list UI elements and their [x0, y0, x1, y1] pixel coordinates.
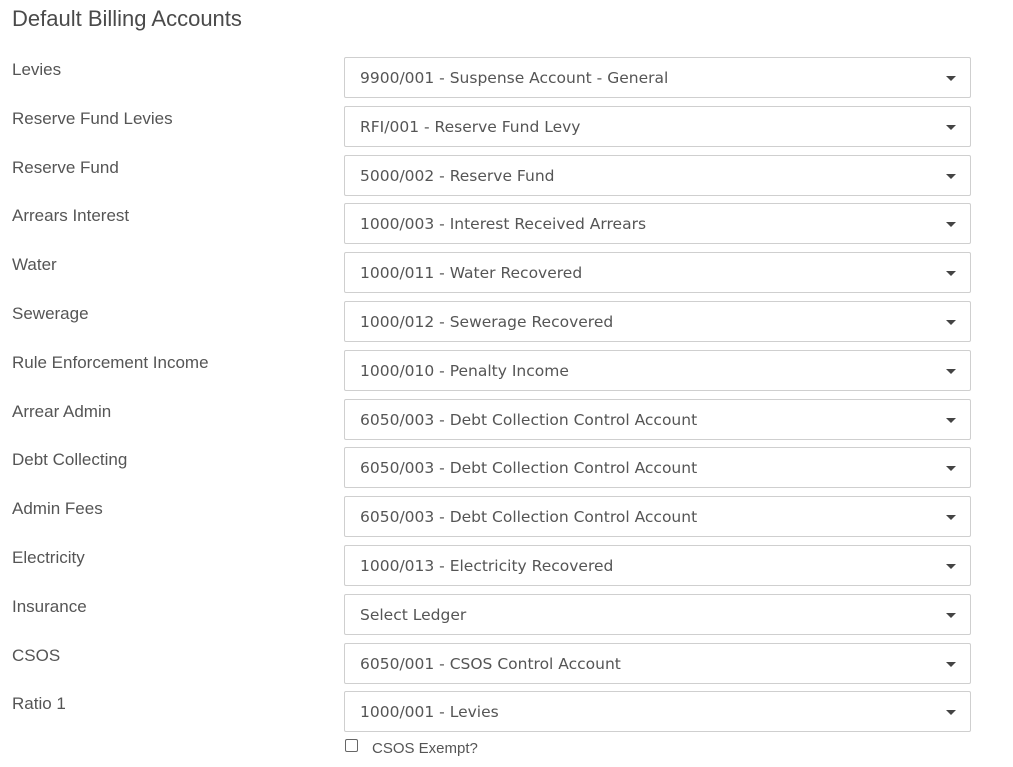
- select-value: 6050/003 - Debt Collection Control Accou…: [360, 508, 698, 527]
- chevron-down-icon: [946, 612, 956, 618]
- arrears-interest-ledger-select[interactable]: 1000/003 - Interest Received Arrears: [344, 203, 971, 245]
- csos-exempt-checkbox[interactable]: [345, 739, 358, 752]
- insurance-ledger-select[interactable]: Select Ledger: [344, 593, 971, 635]
- select-value: 9900/001 - Suspense Account - General: [360, 69, 669, 87]
- field-label: Sewerage: [12, 303, 89, 323]
- field-sewerage: Sewerage 1000/012 - Sewerage Recovered: [0, 300, 1013, 350]
- chevron-down-icon: [946, 76, 956, 81]
- csos-exempt-label[interactable]: CSOS Exempt?: [372, 740, 478, 758]
- field-label: Rule Enforcement Income: [12, 352, 209, 372]
- field-insurance: Insurance Select Ledger: [0, 593, 1013, 643]
- field-label: CSOS: [12, 645, 61, 665]
- levies-ledger-select[interactable]: 9900/001 - Suspense Account - General: [344, 57, 971, 98]
- field-levies: Levies 9900/001 - Suspense Account - Gen…: [0, 57, 1013, 106]
- select-value: Select Ledger: [360, 605, 467, 624]
- field-label: Water: [12, 255, 57, 275]
- field-label: Reserve Fund Levies: [12, 108, 173, 128]
- field-water: Water 1000/011 - Water Recovered: [0, 252, 1013, 301]
- field-arrears-interest: Arrears Interest 1000/003 - Interest Rec…: [0, 203, 1013, 252]
- select-value: 6050/003 - Debt Collection Control Accou…: [360, 410, 698, 429]
- chevron-down-icon: [946, 710, 956, 716]
- chevron-down-icon: [946, 319, 956, 325]
- select-value: 5000/002 - Reserve Fund: [360, 166, 555, 185]
- select-value: 1000/012 - Sewerage Recovered: [360, 312, 614, 331]
- field-label: Debt Collecting: [12, 450, 128, 470]
- chevron-down-icon: [946, 661, 956, 667]
- field-label: Electricity: [12, 547, 85, 567]
- billing-accounts-form: Levies 9900/001 - Suspense Account - Gen…: [0, 57, 1013, 740]
- field-arrear-admin: Arrear Admin 6050/003 - Debt Collection …: [0, 398, 1013, 448]
- chevron-down-icon: [946, 124, 956, 130]
- select-value: 1000/001 - Levies: [360, 703, 499, 722]
- field-label: Reserve Fund: [12, 157, 119, 177]
- chevron-down-icon: [946, 222, 956, 228]
- field-label: Levies: [12, 60, 62, 79]
- select-value: 1000/011 - Water Recovered: [360, 264, 583, 283]
- water-ledger-select[interactable]: 1000/011 - Water Recovered: [344, 252, 971, 294]
- select-value: 6050/001 - CSOS Control Account: [360, 654, 621, 673]
- field-csos: CSOS 6050/001 - CSOS Control Account: [0, 642, 1013, 692]
- field-reserve-fund-levies: Reserve Fund Levies RFI/001 - Reserve Fu…: [0, 105, 1013, 155]
- arrear-admin-ledger-select[interactable]: 6050/003 - Debt Collection Control Accou…: [344, 398, 971, 440]
- field-reserve-fund: Reserve Fund 5000/002 - Reserve Fund: [0, 154, 1013, 204]
- chevron-down-icon: [946, 173, 956, 179]
- chevron-down-icon: [946, 466, 956, 472]
- field-admin-fees: Admin Fees 6050/003 - Debt Collection Co…: [0, 496, 1013, 545]
- field-debt-collecting: Debt Collecting 6050/003 - Debt Collecti…: [0, 447, 1013, 496]
- chevron-down-icon: [946, 563, 956, 569]
- ratio-1-ledger-select[interactable]: 1000/001 - Levies: [344, 691, 971, 733]
- rule-enforcement-income-ledger-select[interactable]: 1000/010 - Penalty Income: [344, 349, 971, 391]
- field-label: Insurance: [12, 596, 87, 616]
- select-value: 1000/010 - Penalty Income: [360, 361, 569, 380]
- chevron-down-icon: [946, 515, 956, 521]
- select-value: 1000/003 - Interest Received Arrears: [360, 215, 647, 234]
- field-label: Arrears Interest: [12, 206, 130, 226]
- select-value: 6050/003 - Debt Collection Control Accou…: [360, 459, 698, 478]
- select-value: RFI/001 - Reserve Fund Levy: [360, 117, 581, 136]
- debt-collecting-ledger-select[interactable]: 6050/003 - Debt Collection Control Accou…: [344, 447, 971, 489]
- chevron-down-icon: [946, 368, 956, 374]
- field-label: Arrear Admin: [12, 401, 112, 421]
- csos-ledger-select[interactable]: 6050/001 - CSOS Control Account: [344, 642, 971, 684]
- field-electricity: Electricity 1000/013 - Electricity Recov…: [0, 544, 1013, 594]
- field-label: Ratio 1: [12, 694, 66, 714]
- reserve-fund-levies-ledger-select[interactable]: RFI/001 - Reserve Fund Levy: [344, 105, 971, 147]
- chevron-down-icon: [946, 417, 956, 423]
- field-label: Admin Fees: [12, 499, 103, 519]
- reserve-fund-ledger-select[interactable]: 5000/002 - Reserve Fund: [344, 154, 971, 196]
- field-rule-enforcement-income: Rule Enforcement Income 1000/010 - Penal…: [0, 349, 1013, 399]
- field-ratio-1: Ratio 1 1000/001 - Levies: [0, 691, 1013, 740]
- sewerage-ledger-select[interactable]: 1000/012 - Sewerage Recovered: [344, 300, 971, 342]
- chevron-down-icon: [946, 271, 956, 277]
- admin-fees-ledger-select[interactable]: 6050/003 - Debt Collection Control Accou…: [344, 496, 971, 538]
- electricity-ledger-select[interactable]: 1000/013 - Electricity Recovered: [344, 544, 971, 586]
- select-value: 1000/013 - Electricity Recovered: [360, 556, 614, 575]
- page-title: Default Billing Accounts: [12, 6, 242, 31]
